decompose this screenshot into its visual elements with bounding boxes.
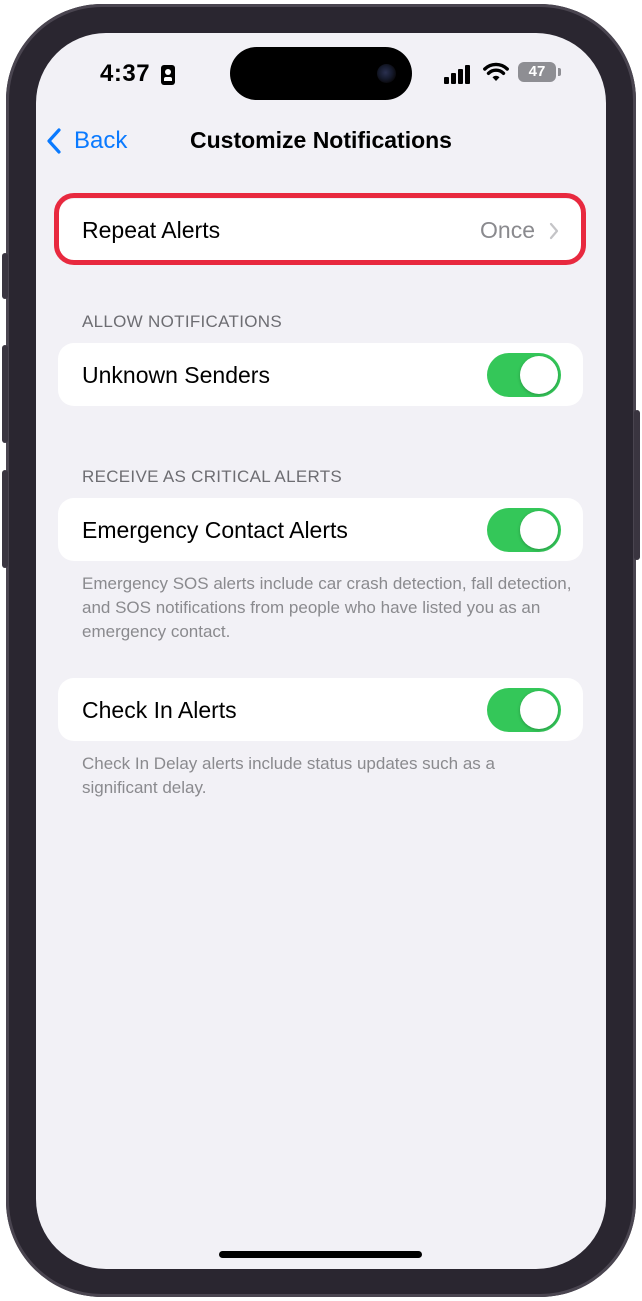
highlight-box xyxy=(54,193,586,265)
critical-alerts-footnote: Emergency SOS alerts include car crash d… xyxy=(82,574,572,641)
toggle-knob xyxy=(520,691,558,729)
battery-level: 47 xyxy=(528,63,546,80)
unknown-senders-label: Unknown Senders xyxy=(82,362,270,388)
unknown-senders-toggle[interactable] xyxy=(487,353,561,397)
action-button xyxy=(2,253,8,299)
unknown-senders-row: Unknown Senders xyxy=(58,343,583,406)
id-card-icon xyxy=(161,65,175,85)
emergency-contact-alerts-label: Emergency Contact Alerts xyxy=(82,517,348,543)
check-in-alerts-row: Check In Alerts xyxy=(58,678,583,741)
side-button xyxy=(634,410,640,560)
volume-up-button xyxy=(2,345,8,443)
navigation-bar: Back Customize Notifications xyxy=(36,119,606,163)
dynamic-island xyxy=(230,47,412,100)
toggle-knob xyxy=(520,511,558,549)
cellular-signal-icon xyxy=(444,64,474,84)
screen: 4:37 47 Back Customize Notifications Rep… xyxy=(36,33,606,1269)
battery-icon: 47 xyxy=(518,62,556,82)
check-in-footnote: Check In Delay alerts include status upd… xyxy=(82,754,495,797)
check-in-alerts-toggle[interactable] xyxy=(487,688,561,732)
page-title: Customize Notifications xyxy=(190,127,452,153)
home-indicator[interactable] xyxy=(219,1251,422,1258)
volume-down-button xyxy=(2,470,8,568)
status-time: 4:37 xyxy=(100,60,151,87)
emergency-contact-alerts-toggle[interactable] xyxy=(487,508,561,552)
toggle-knob xyxy=(520,356,558,394)
check-in-alerts-label: Check In Alerts xyxy=(82,697,237,723)
section-header-allow-notifications: ALLOW NOTIFICATIONS xyxy=(82,312,282,331)
wifi-icon xyxy=(483,62,509,81)
front-camera xyxy=(377,64,396,83)
battery-cap xyxy=(558,68,561,76)
emergency-contact-alerts-row: Emergency Contact Alerts xyxy=(58,498,583,561)
section-header-critical-alerts: RECEIVE AS CRITICAL ALERTS xyxy=(82,467,343,486)
